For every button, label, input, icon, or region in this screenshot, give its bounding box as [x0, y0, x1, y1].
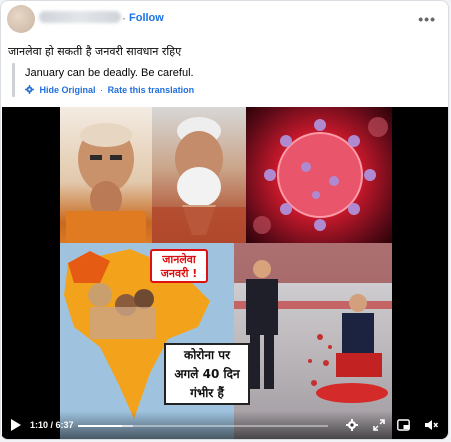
- post-card: · Follow ••• जानलेवा हो सकती है जनवरी सा…: [0, 0, 449, 440]
- translation-links: Hide Original · Rate this translation: [25, 85, 194, 95]
- hindi-banner: जानलेवा जनवरी !: [150, 249, 208, 283]
- more-dots-icon[interactable]: •••: [418, 12, 436, 26]
- banner-line-1: जानलेवा: [162, 253, 196, 266]
- banner-line-2: जनवरी !: [160, 267, 198, 280]
- link-separator: ·: [100, 85, 104, 95]
- politician-2-image: [152, 117, 246, 243]
- gear-icon: [25, 85, 34, 94]
- follow-button[interactable]: Follow: [129, 12, 164, 24]
- politician-1-image: [66, 123, 146, 243]
- headline-line-1: कोरोना पर: [183, 348, 230, 362]
- post-header: · Follow •••: [1, 1, 448, 37]
- translation-text: January can be deadly. Be careful.: [25, 67, 194, 79]
- post-text: जानलेवा हो सकती है जनवरी सावधान रहिए: [8, 45, 182, 58]
- video-player[interactable]: जानलेवा जनवरी ! कोरोना पर अगले 40 दिन गं…: [2, 107, 448, 439]
- news-studio-image: [234, 243, 392, 403]
- header-separator: ·: [122, 11, 126, 25]
- rate-translation-link[interactable]: Rate this translation: [108, 85, 195, 95]
- translation-bar: [12, 63, 15, 97]
- mute-icon[interactable]: [425, 419, 438, 431]
- corona-headline-box: कोरोना पर अगले 40 दिन गंभीर हैं: [164, 343, 250, 405]
- video-time: 1:10 / 6:37: [30, 420, 74, 430]
- video-panel-virus: [246, 107, 392, 243]
- avatar[interactable]: [7, 5, 35, 33]
- headline-line-2: अगले 40 दिन: [174, 367, 240, 381]
- video-panel-politician-1: [60, 107, 152, 243]
- author-name-blurred[interactable]: [39, 11, 121, 23]
- picture-in-picture-icon[interactable]: [397, 419, 410, 431]
- headline-line-3: गंभीर हैं: [190, 386, 224, 400]
- progress-fill: [78, 425, 122, 427]
- expand-icon[interactable]: [373, 419, 385, 431]
- virus-image: [253, 117, 388, 234]
- progress-bar[interactable]: [78, 425, 328, 427]
- video-panel-politician-2: [152, 107, 246, 243]
- play-icon[interactable]: [10, 419, 22, 431]
- video-controls: 1:10 / 6:37: [2, 411, 448, 439]
- video-panel-studio: [234, 243, 392, 439]
- settings-icon[interactable]: [346, 419, 358, 431]
- hide-original-link[interactable]: Hide Original: [40, 85, 96, 95]
